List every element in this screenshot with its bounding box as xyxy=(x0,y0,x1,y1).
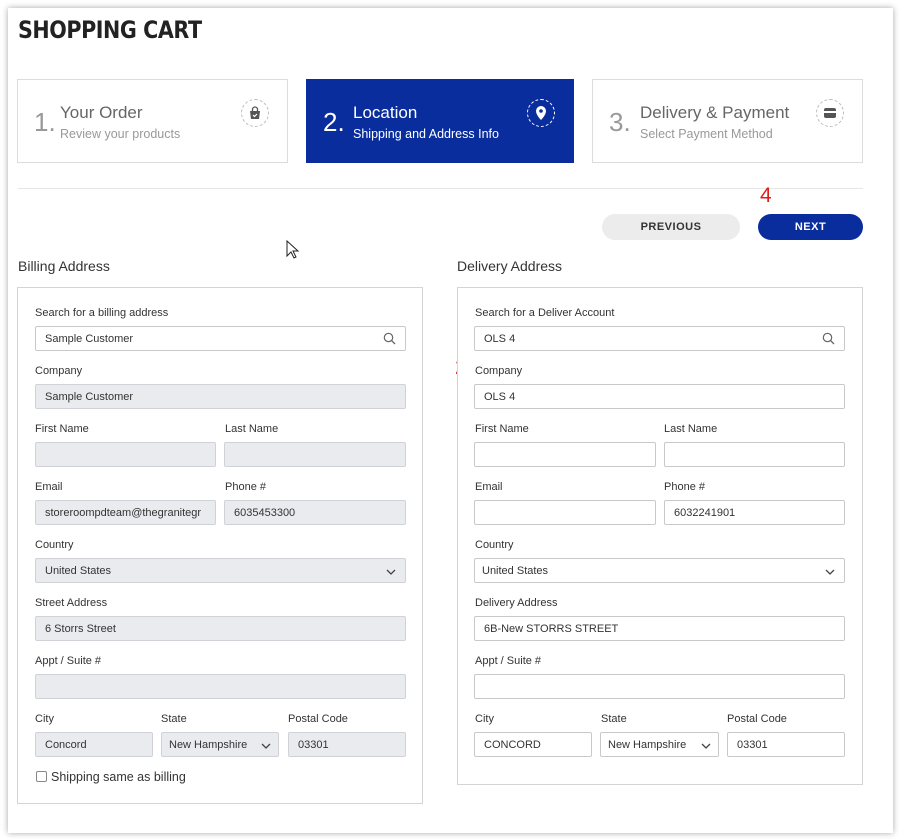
step-subtitle: Review your products xyxy=(60,127,181,141)
divider xyxy=(18,188,863,189)
billing-suite-label: Appt / Suite # xyxy=(35,655,102,667)
chevron-down-icon xyxy=(261,741,271,753)
billing-country-value: United States xyxy=(45,564,112,577)
previous-button[interactable]: PREVIOUS xyxy=(602,214,740,240)
billing-email-field[interactable]: storeroompdteam@thegranitegr xyxy=(35,500,216,525)
search-icon[interactable] xyxy=(383,332,396,348)
shopping-bag-icon xyxy=(241,99,269,127)
billing-first-name-field[interactable] xyxy=(35,442,216,467)
delivery-company-field[interactable]: OLS 4 xyxy=(474,384,845,409)
chevron-down-icon xyxy=(825,567,835,579)
delivery-search-input[interactable]: OLS 4 xyxy=(474,326,845,351)
billing-phone-label: Phone # xyxy=(225,481,266,493)
delivery-panel xyxy=(457,287,863,785)
billing-country-select[interactable]: United States xyxy=(35,558,406,583)
billing-street-field[interactable]: 6 Storrs Street xyxy=(35,616,406,641)
billing-email-label: Email xyxy=(35,481,63,493)
chevron-down-icon xyxy=(386,567,396,579)
search-icon[interactable] xyxy=(822,332,835,348)
billing-state-label: State xyxy=(161,713,187,725)
delivery-search-label: Search for a Deliver Account xyxy=(475,307,615,319)
billing-postal-field[interactable]: 03301 xyxy=(288,732,406,757)
step-subtitle: Select Payment Method xyxy=(640,127,773,141)
billing-city-label: City xyxy=(35,713,54,725)
billing-search-value: Sample Customer xyxy=(45,332,134,345)
chevron-down-icon xyxy=(701,741,711,753)
location-pin-icon xyxy=(527,99,555,127)
next-button[interactable]: NEXT xyxy=(758,214,863,240)
billing-search-label: Search for a billing address xyxy=(35,307,169,319)
delivery-phone-label: Phone # xyxy=(664,481,705,493)
delivery-suite-field[interactable] xyxy=(474,674,845,699)
delivery-company-label: Company xyxy=(475,365,523,377)
delivery-email-label: Email xyxy=(475,481,503,493)
delivery-city-field[interactable]: CONCORD xyxy=(474,732,592,757)
billing-company-label: Company xyxy=(35,365,83,377)
step-delivery-payment[interactable]: 3. Delivery & Payment Select Payment Met… xyxy=(592,79,863,163)
page-title: SHOPPING CART xyxy=(18,16,202,44)
step-title: Delivery & Payment xyxy=(640,103,790,122)
delivery-country-value: United States xyxy=(482,564,549,577)
billing-postal-label: Postal Code xyxy=(288,713,348,725)
delivery-state-select[interactable]: New Hampshire xyxy=(600,732,719,757)
billing-section-title: Billing Address xyxy=(18,258,110,274)
billing-state-value: New Hampshire xyxy=(169,738,248,751)
step-your-order[interactable]: 1. Your Order Review your products xyxy=(17,79,288,163)
shipping-same-checkbox[interactable] xyxy=(36,771,47,782)
billing-city-field[interactable]: Concord xyxy=(35,732,153,757)
annotation-4: 4 xyxy=(760,184,772,207)
billing-search-input[interactable]: Sample Customer xyxy=(35,326,406,351)
billing-state-select[interactable]: New Hampshire xyxy=(161,732,279,757)
mouse-cursor-icon xyxy=(286,240,300,259)
step-location[interactable]: 2. Location Shipping and Address Info xyxy=(306,79,574,163)
step-number: 2. xyxy=(323,107,345,137)
delivery-search-value: OLS 4 xyxy=(484,332,516,345)
delivery-country-label: Country xyxy=(475,539,514,551)
delivery-address-label: Delivery Address xyxy=(475,597,558,609)
delivery-last-name-label: Last Name xyxy=(664,423,718,435)
billing-street-label: Street Address xyxy=(35,597,108,609)
delivery-phone-field[interactable]: 6032241901 xyxy=(664,500,845,525)
delivery-state-label: State xyxy=(601,713,627,725)
delivery-first-name-label: First Name xyxy=(475,423,529,435)
delivery-postal-field[interactable]: 03301 xyxy=(727,732,845,757)
step-subtitle: Shipping and Address Info xyxy=(353,127,499,141)
billing-last-name-field[interactable] xyxy=(224,442,406,467)
delivery-suite-label: Appt / Suite # xyxy=(475,655,542,667)
step-number: 1. xyxy=(34,107,56,137)
billing-last-name-label: Last Name xyxy=(225,423,279,435)
delivery-first-name-field[interactable] xyxy=(474,442,656,467)
shipping-same-label[interactable]: Shipping same as billing xyxy=(51,770,186,784)
credit-card-icon xyxy=(816,99,844,127)
billing-first-name-label: First Name xyxy=(35,423,89,435)
delivery-country-select[interactable]: United States xyxy=(474,558,845,583)
delivery-section-title: Delivery Address xyxy=(457,258,563,274)
delivery-last-name-field[interactable] xyxy=(664,442,845,467)
billing-company-field[interactable]: Sample Customer xyxy=(35,384,406,409)
billing-country-label: Country xyxy=(35,539,74,551)
billing-suite-field[interactable] xyxy=(35,674,406,699)
step-title: Your Order xyxy=(60,103,143,122)
delivery-state-value: New Hampshire xyxy=(608,738,687,751)
step-title: Location xyxy=(353,103,418,122)
delivery-email-field[interactable] xyxy=(474,500,656,525)
delivery-postal-label: Postal Code xyxy=(727,713,787,725)
delivery-city-label: City xyxy=(475,713,494,725)
billing-phone-field[interactable]: 6035453300 xyxy=(224,500,406,525)
step-number: 3. xyxy=(609,107,631,137)
delivery-address-field[interactable]: 6B-New STORRS STREET xyxy=(474,616,845,641)
